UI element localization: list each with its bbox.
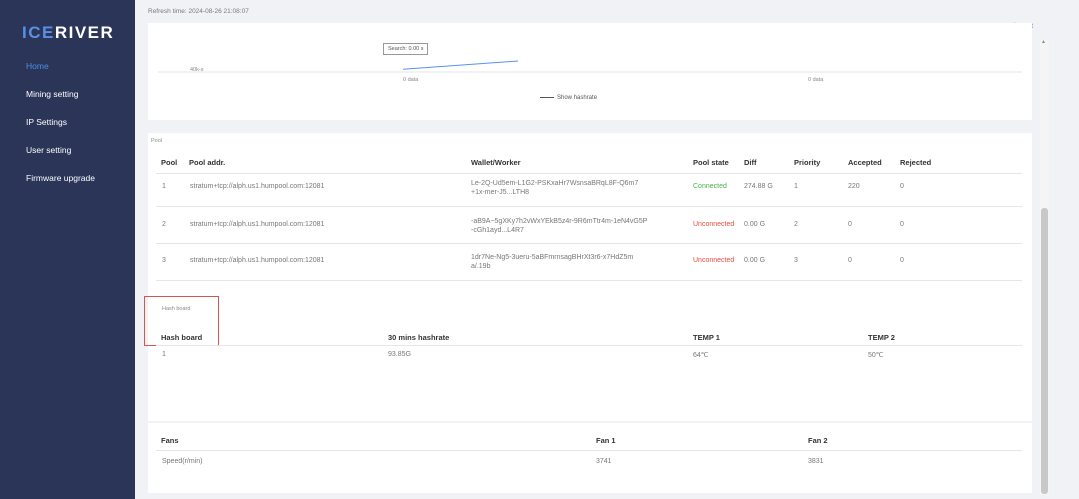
- legend-line-icon: [540, 96, 554, 98]
- fans-row-speed-label: Speed(r/min): [162, 458, 203, 465]
- pool-row-1-accepted: 220: [848, 183, 860, 190]
- pool-row-1-addr: stratum+tcp://alph.us1.humpool.com:12081: [190, 183, 325, 190]
- scroll-up-icon[interactable]: ▲: [1041, 39, 1046, 45]
- pool-row-divider: [156, 206, 1022, 207]
- pool-row-2-pool: 2: [162, 221, 166, 228]
- nav-item-user-setting[interactable]: User setting: [0, 142, 135, 170]
- hash-col-hashrate: 30 mins hashrate: [388, 333, 450, 342]
- pool-row-1-rejected: 0: [900, 183, 904, 190]
- pool-row-1-wallet-2: +1x-mer-J5...LTH8: [471, 189, 530, 196]
- y-tick-label: 40k-s: [190, 67, 204, 73]
- pool-row-3-wallet-1: 1dr7Ne-Ng5-3ueru-5aBFmrnsagBHrXt3r6-x7Hd…: [471, 254, 634, 261]
- fans-col-fan1: Fan 1: [596, 436, 616, 445]
- pool-row-divider: [156, 280, 1022, 281]
- pool-col-rejected: Rejected: [900, 158, 932, 167]
- logo: ICERIVER: [22, 23, 115, 42]
- x-tick-label-1: 0 data: [403, 77, 419, 83]
- chart-legend[interactable]: Show hashrate: [540, 95, 597, 101]
- pool-col-accepted: Accepted: [848, 158, 882, 167]
- pool-row-2-wallet-1: -aB9A~5gXKy7h2vWxYEkB5z4r-9R6mTtr4m-1eN4…: [471, 218, 648, 225]
- legend-label: Show hashrate: [557, 95, 598, 101]
- hash-col-temp1: TEMP 1: [693, 333, 720, 342]
- pool-row-3-wallet-2: a/.19b: [471, 263, 491, 270]
- pool-col-priority: Priority: [794, 158, 821, 167]
- pool-row-1-state: Connected: [693, 183, 727, 190]
- fans-row-speed-fan1: 3741: [596, 458, 612, 465]
- pool-row-2-accepted: 0: [848, 221, 852, 228]
- pool-row-divider: [156, 243, 1022, 244]
- fans-col-fan2: Fan 2: [808, 436, 828, 445]
- pool-row-2-addr: stratum+tcp://alph.us1.humpool.com:12081: [190, 221, 325, 228]
- hash-row-1-hashrate: 93.85G: [388, 351, 411, 358]
- scrollbar-thumb[interactable]: [1041, 208, 1048, 494]
- refresh-time: Refresh time: 2024-08-26 21:08:07: [148, 8, 249, 15]
- hash-col-temp2: TEMP 2: [868, 333, 895, 342]
- pool-row-3-diff: 0.00 G: [744, 257, 766, 264]
- fans-row-speed-fan2: 3831: [808, 458, 824, 465]
- nav-item-mining-setting[interactable]: Mining setting: [0, 86, 135, 114]
- hash-row-1-temp2: 50℃: [868, 352, 884, 359]
- pool-header-divider: [156, 173, 1022, 174]
- hashrate-chart-card: 40k-s 0 data 0 data Search: 0.00 s Show …: [148, 23, 1032, 120]
- hash-row-1-temp1: 64℃: [693, 352, 709, 359]
- nav-item-home[interactable]: Home: [0, 58, 135, 86]
- pool-row-3-pool: 3: [162, 257, 166, 264]
- chart-tooltip: Search: 0.00 s: [383, 43, 429, 55]
- nav-item-ip-settings[interactable]: IP Settings: [0, 114, 135, 142]
- pool-section-title: Pool: [151, 138, 163, 144]
- pool-col-state: Pool state: [693, 158, 729, 167]
- fans-header-divider: [156, 450, 1022, 451]
- pool-row-3-rejected: 0: [900, 257, 904, 264]
- pool-row-1-diff: 274.88 G: [744, 183, 773, 190]
- pool-row-3-state: Unconnected: [693, 257, 735, 264]
- pool-col-pool: Pool: [161, 158, 178, 167]
- pool-row-2-state: Unconnected: [693, 221, 735, 228]
- fans-col-label: Fans: [161, 436, 179, 445]
- pool-row-3-addr: stratum+tcp://alph.us1.humpool.com:12081: [190, 257, 325, 264]
- hashboard-section: Hash board Hash board 30 mins hashrate T…: [144, 296, 1032, 421]
- pool-row-1-wallet-1: Le-2Q-Ud5em-L1G2-PSKxaHr7WsnsaBRqL8F-Q6m…: [471, 180, 639, 187]
- pool-row-3-accepted: 0: [848, 257, 852, 264]
- pool-row-2-priority: 2: [794, 221, 798, 228]
- x-tick-label-2: 0 data: [808, 77, 824, 83]
- nav-item-firmware-upgrade[interactable]: Firmware upgrade: [0, 170, 135, 198]
- series-line-show-hashrate: [402, 60, 519, 70]
- fans-section: Fans Fan 1 Fan 2 Speed(r/min) 3741 3831: [148, 423, 1032, 493]
- hash-row-1-board: 1: [162, 351, 166, 358]
- hash-col-board: Hash board: [161, 333, 203, 342]
- sidebar: ICERIVER Home Mining setting IP Settings…: [0, 0, 135, 499]
- pool-col-wallet: Wallet/Worker: [471, 158, 521, 167]
- pool-row-2-diff: 0.00 G: [744, 221, 766, 228]
- hash-header-divider: [156, 345, 1022, 346]
- pool-col-diff: Diff: [744, 158, 757, 167]
- pool-row-1-pool: 1: [162, 183, 166, 190]
- pool-row-2-rejected: 0: [900, 221, 904, 228]
- pool-row-1-priority: 1: [794, 183, 798, 190]
- hashrate-chart: 40k-s 0 data 0 data: [158, 60, 1022, 83]
- pool-section: Pool Pool Pool addr. Wallet/Worker Pool …: [148, 133, 1032, 323]
- pool-row-3-priority: 3: [794, 257, 798, 264]
- pool-col-addr: Pool addr.: [189, 158, 226, 167]
- pool-row-2-wallet-2: -cGh1ayd...L4R7: [471, 227, 524, 234]
- nav-menu: Home Mining setting IP Settings User set…: [0, 58, 135, 198]
